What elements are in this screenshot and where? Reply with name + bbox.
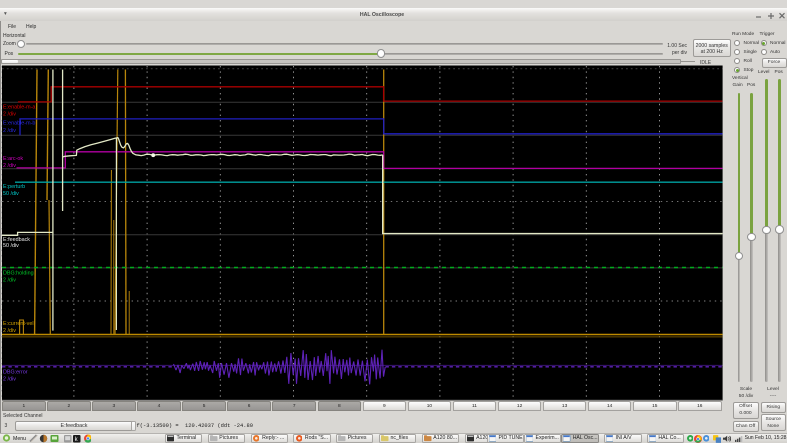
svg-text:50 /div: 50 /div xyxy=(3,243,19,249)
svg-text:2 /div: 2 /div xyxy=(3,377,16,383)
svg-text:2 /div: 2 /div xyxy=(3,328,16,334)
svg-text:E:enable-m-a: E:enable-m-a xyxy=(3,104,35,110)
svg-text:DBG:error: DBG:error xyxy=(3,369,28,375)
svg-text:DBG:holding: DBG:holding xyxy=(3,270,34,276)
svg-text:E:perturb: E:perturb xyxy=(3,184,25,190)
svg-text:2 /div: 2 /div xyxy=(3,111,16,117)
svg-text:2 /div: 2 /div xyxy=(3,277,16,283)
svg-text:E:current-vel: E:current-vel xyxy=(3,321,34,327)
svg-text:2 /div: 2 /div xyxy=(3,163,16,169)
svg-text:E:arc-ok: E:arc-ok xyxy=(3,156,23,162)
svg-text:E:enable-m-b: E:enable-m-b xyxy=(3,121,35,127)
svg-text:E:feedback: E:feedback xyxy=(3,237,30,243)
svg-text:2 /div: 2 /div xyxy=(3,128,16,134)
svg-text:50 /div: 50 /div xyxy=(3,191,19,197)
